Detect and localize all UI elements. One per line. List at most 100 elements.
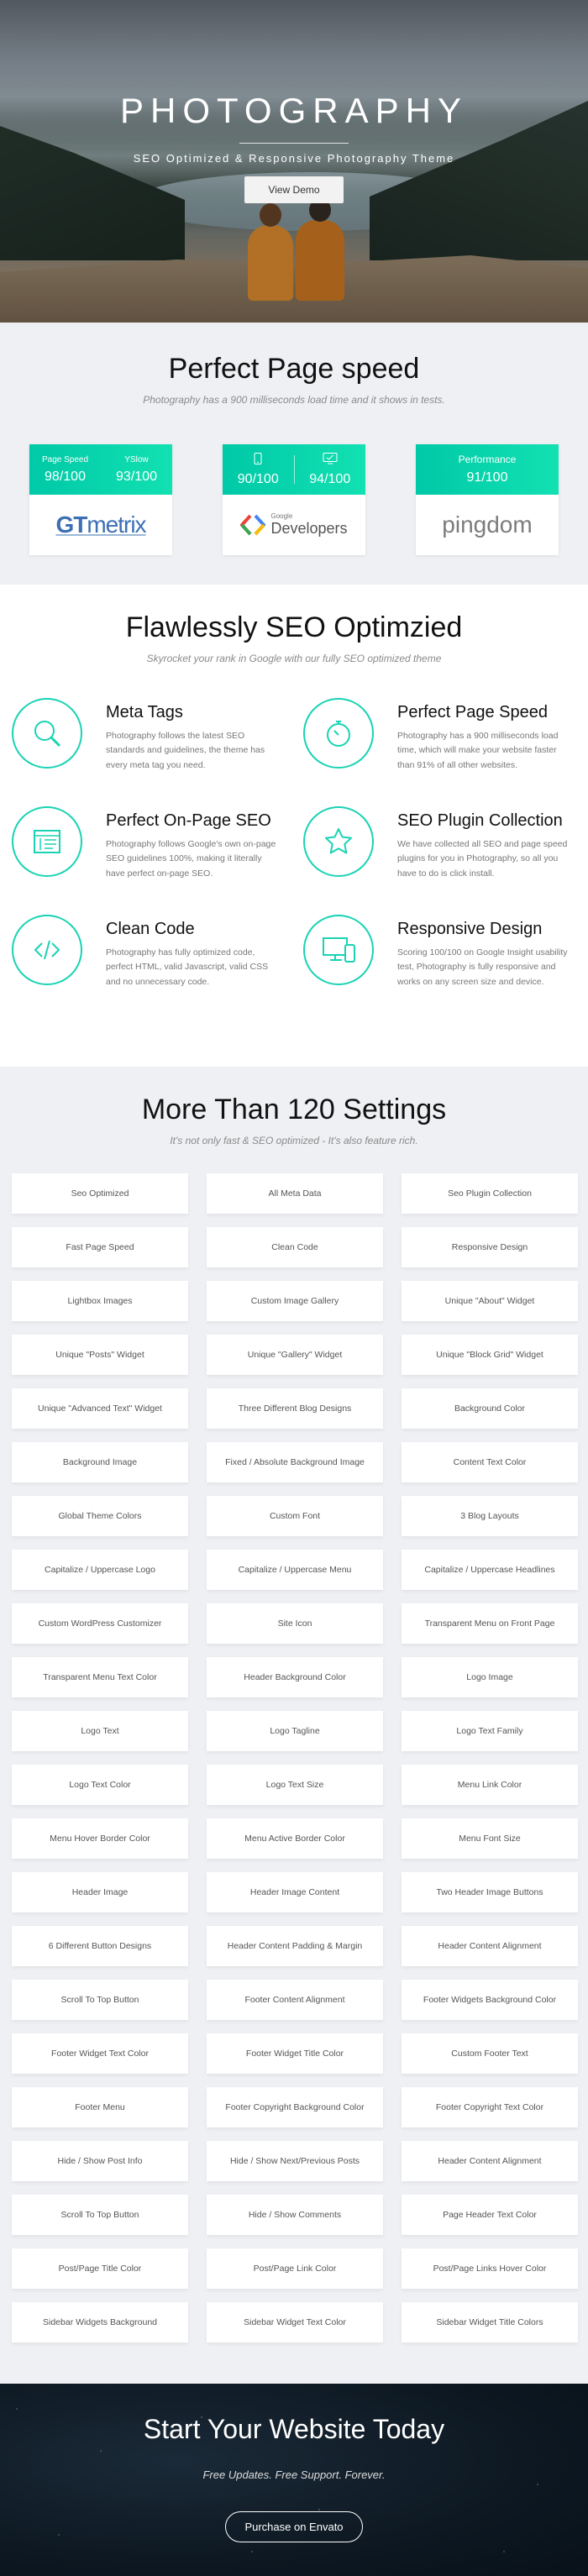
hero-content: PHOTOGRAPHY SEO Optimized & Responsive P…: [0, 91, 588, 203]
feature-item: Perfect On-Page SEO Photography follows G…: [12, 805, 285, 881]
setting-item: Unique "Gallery" Widget: [207, 1335, 383, 1375]
mobile-icon: [223, 452, 294, 467]
google-developers-logo: Google Developers: [240, 512, 348, 538]
setting-item: Header Content Alignment: [402, 1926, 578, 1966]
setting-item: Three Different Blog Designs: [207, 1388, 383, 1429]
setting-item: Header Background Color: [207, 1657, 383, 1697]
feature-title: Meta Tags: [106, 703, 183, 721]
setting-item: Scroll To Top Button: [12, 1980, 188, 2020]
setting-item: Footer Copyright Background Color: [207, 2087, 383, 2127]
section-subtitle: It's not only fast & SEO optimized - It'…: [170, 1135, 418, 1146]
section-title: More Than 120 Settings: [141, 1094, 447, 1125]
setting-item: Sidebar Widget Title Colors: [402, 2302, 578, 2343]
purchase-button[interactable]: Purchase on Envato: [225, 2511, 363, 2542]
page-speed-label: Page Speed: [41, 454, 89, 464]
pingdom-logo: pingdom: [442, 512, 533, 538]
settings-section: More Than 120 Settings It's not only fas…: [0, 1067, 588, 2384]
gtmetrix-logo: GTmetrix: [55, 512, 146, 538]
setting-item: Transparent Menu on Front Page: [402, 1603, 578, 1644]
setting-item: Footer Menu: [12, 2087, 188, 2127]
section-title: Flawlessly SEO Optimzied: [125, 611, 463, 643]
setting-item: Hide / Show Comments: [207, 2195, 383, 2235]
setting-item: Footer Copyright Text Color: [402, 2087, 578, 2127]
setting-item: Global Theme Colors: [12, 1496, 188, 1536]
setting-item: Footer Widgets Background Color: [402, 1980, 578, 2020]
hero-subtitle: SEO Optimized & Responsive Photography T…: [133, 152, 455, 165]
gtmetrix-card: Page Speed 98/100 YSlow 93/100 GTmetrix: [29, 444, 172, 555]
section-subtitle: Skyrocket your rank in Google with our f…: [146, 653, 442, 664]
setting-item: Page Header Text Color: [402, 2195, 578, 2235]
cta-title: Start Your Website Today: [143, 2414, 445, 2444]
setting-item: Hide / Show Post Info: [12, 2141, 188, 2181]
cta-section: Start Your Website Today Free Updates. F…: [0, 2384, 588, 2576]
feature-title: Responsive Design: [397, 919, 543, 938]
setting-item: All Meta Data: [207, 1173, 383, 1214]
performance-score: 91/100: [466, 470, 508, 485]
setting-item: Scroll To Top Button: [12, 2195, 188, 2235]
setting-item: Footer Widget Title Color: [207, 2033, 383, 2074]
setting-item: Logo Text Color: [12, 1765, 188, 1805]
feature-item: SEO Plugin Collection We have collected a…: [303, 805, 576, 881]
code-icon: [12, 914, 82, 985]
hero-divider: [239, 143, 349, 144]
setting-item: Seo Optimized: [12, 1173, 188, 1214]
setting-item: Transparent Menu Text Color: [12, 1657, 188, 1697]
section-subtitle: Photography has a 900 milliseconds load …: [143, 394, 445, 406]
setting-item: Fast Page Speed: [12, 1227, 188, 1267]
feature-text: Photography follows the latest SEO stand…: [106, 731, 265, 770]
setting-item: Header Content Alignment: [402, 2141, 578, 2181]
desktop-score: 94/100: [309, 471, 351, 486]
feature-title: Clean Code: [106, 919, 195, 938]
setting-item: Sidebar Widgets Background: [12, 2302, 188, 2343]
devices-icon: [303, 914, 374, 985]
page-speed-section: Perfect Page speed Photography has a 900…: [0, 323, 588, 585]
feature-text: Photography has fully optimized code, pe…: [106, 947, 269, 987]
hero-section: PHOTOGRAPHY SEO Optimized & Responsive P…: [0, 0, 588, 323]
section-title: Perfect Page speed: [168, 353, 420, 385]
hero-title: PHOTOGRAPHY: [120, 91, 468, 130]
feature-text: Photography follows Google's own on-page…: [106, 838, 276, 879]
setting-item: Header Content Padding & Margin: [207, 1926, 383, 1966]
feature-item: Responsive Design Scoring 100/100 on Goog…: [303, 914, 576, 989]
feature-item: Meta Tags Photography follows the latest …: [12, 698, 285, 773]
setting-item: Header Image Content: [207, 1872, 383, 1912]
feature-text: Photography has a 900 milliseconds load …: [397, 731, 559, 770]
setting-item: Menu Link Color: [402, 1765, 578, 1805]
setting-item: Capitalize / Uppercase Menu: [207, 1550, 383, 1590]
view-demo-button[interactable]: View Demo: [244, 176, 344, 203]
pingdom-card: Performance 91/100 pingdom: [416, 444, 559, 555]
setting-item: Header Image: [12, 1872, 188, 1912]
setting-item: Footer Widget Text Color: [12, 2033, 188, 2074]
setting-item: Unique "Advanced Text" Widget: [12, 1388, 188, 1429]
setting-item: Custom Font: [207, 1496, 383, 1536]
desktop-icon: [295, 452, 366, 467]
setting-item: Post/Page Link Color: [207, 2248, 383, 2289]
setting-item: Lightbox Images: [12, 1281, 188, 1321]
feature-title: SEO Plugin Collection: [397, 811, 563, 830]
feature-text: We have collected all SEO and page speed…: [397, 838, 568, 879]
setting-item: Menu Font Size: [402, 1818, 578, 1859]
setting-item: Background Color: [402, 1388, 578, 1429]
mobile-score: 90/100: [237, 471, 279, 486]
setting-item: Logo Text: [12, 1711, 188, 1751]
search-icon: [12, 698, 82, 769]
yslow-label: YSlow: [124, 454, 149, 464]
setting-item: Logo Text Size: [207, 1765, 383, 1805]
settings-grid: Seo Optimized All Meta Data Seo Plugin Col…: [12, 1173, 588, 2343]
setting-item: Fixed / Absolute Background Image: [207, 1442, 383, 1482]
setting-item: Site Icon: [207, 1603, 383, 1644]
setting-item: Logo Text Family: [402, 1711, 578, 1751]
setting-item: Unique "Posts" Widget: [12, 1335, 188, 1375]
feature-item: Clean Code Photography has fully optimize…: [12, 914, 285, 989]
yslow-score: 93/100: [116, 469, 157, 484]
setting-item: Post/Page Title Color: [12, 2248, 188, 2289]
performance-label: Performance: [458, 454, 517, 465]
setting-item: Capitalize / Uppercase Logo: [12, 1550, 188, 1590]
setting-item: Unique "About" Widget: [402, 1281, 578, 1321]
page-speed-score: 98/100: [45, 469, 86, 484]
feature-title: Perfect On-Page SEO: [106, 811, 271, 830]
setting-item: Footer Content Alignment: [207, 1980, 383, 2020]
setting-item: Background Image: [12, 1442, 188, 1482]
setting-item: Post/Page Links Hover Color: [402, 2248, 578, 2289]
setting-item: Responsive Design: [402, 1227, 578, 1267]
